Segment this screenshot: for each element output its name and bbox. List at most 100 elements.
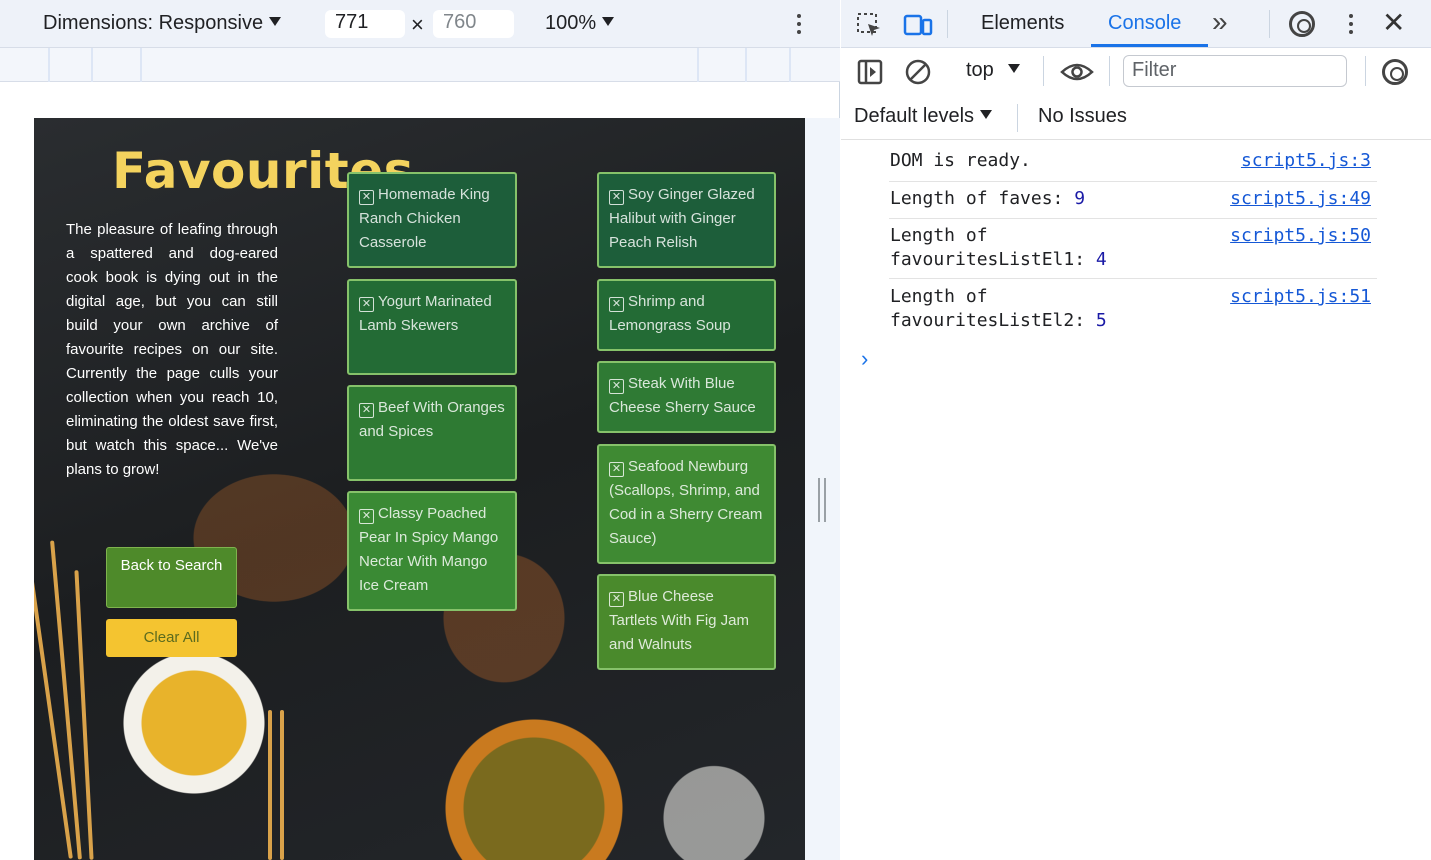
ruler-segment[interactable] bbox=[745, 48, 747, 82]
favourite-card[interactable]: ✕ Seafood Newburg (Scallops, Shrimp, and … bbox=[597, 444, 776, 564]
console-toolbar: top Filter Default levels No Issues bbox=[841, 48, 1431, 140]
inspect-element-icon[interactable] bbox=[855, 11, 883, 39]
favourite-label: Seafood Newburg (Scallops, Shrimp, and C… bbox=[609, 458, 763, 547]
ruler-segment[interactable] bbox=[789, 48, 791, 82]
divider bbox=[1109, 56, 1110, 86]
console-message: DOM is ready. script5.js:3 bbox=[889, 149, 1377, 182]
remove-icon[interactable]: ✕ bbox=[609, 190, 624, 205]
remove-icon[interactable]: ✕ bbox=[609, 379, 624, 394]
favourite-card[interactable]: ✕ Soy Ginger Glazed Halibut with Ginger P… bbox=[597, 172, 776, 268]
log-number: 5 bbox=[1095, 310, 1107, 331]
remove-icon[interactable]: ✕ bbox=[609, 462, 624, 477]
favourite-label: Homemade King Ranch Chicken Casserole bbox=[359, 186, 490, 251]
times-sign: × bbox=[411, 12, 424, 37]
decor-spaghetti bbox=[280, 710, 284, 860]
sidebar-toggle-icon[interactable] bbox=[857, 59, 883, 85]
favourite-label: Blue Cheese Tartlets With Fig Jam and Wa… bbox=[609, 588, 750, 653]
favourite-card[interactable]: ✕ Beef With Oranges and Spices bbox=[347, 385, 517, 481]
log-source-link[interactable]: script5.js:3 bbox=[1241, 149, 1371, 173]
zoom-label: 100% bbox=[545, 12, 597, 34]
tab-console[interactable]: Console bbox=[1108, 12, 1181, 35]
log-label: favouritesListEl1: bbox=[890, 249, 1086, 270]
device-toolbar: Dimensions: Responsive 771 × 760 100% bbox=[0, 0, 840, 48]
close-icon[interactable]: ✕ bbox=[1382, 6, 1405, 39]
divider bbox=[1017, 104, 1018, 132]
log-text: Length of faves: 9 bbox=[890, 187, 1085, 211]
resize-handle[interactable] bbox=[818, 478, 826, 522]
log-number: 4 bbox=[1095, 249, 1107, 270]
live-expression-eye-icon[interactable] bbox=[1060, 60, 1094, 84]
ruler-segment[interactable] bbox=[140, 48, 142, 82]
caret-down-icon bbox=[980, 110, 993, 119]
favourite-label: Soy Ginger Glazed Halibut with Ginger Pe… bbox=[609, 186, 755, 251]
log-source-link[interactable]: script5.js:50 bbox=[1230, 224, 1371, 248]
media-query-ruler[interactable] bbox=[0, 48, 840, 82]
console-prompt-icon[interactable]: › bbox=[861, 346, 868, 372]
favourite-card[interactable]: ✕ Blue Cheese Tartlets With Fig Jam and W… bbox=[597, 574, 776, 670]
more-options-icon[interactable] bbox=[1348, 12, 1354, 36]
more-options-icon[interactable] bbox=[796, 12, 802, 36]
remove-icon[interactable]: ✕ bbox=[609, 592, 624, 607]
filter-input[interactable]: Filter bbox=[1123, 55, 1347, 87]
favourite-card[interactable]: ✕ Steak With Blue Cheese Sherry Sauce bbox=[597, 361, 776, 433]
divider bbox=[1269, 10, 1270, 38]
decor-spaghetti bbox=[268, 710, 272, 860]
favourite-card[interactable]: ✕ Homemade King Ranch Chicken Casserole bbox=[347, 172, 517, 268]
favourite-card[interactable]: ✕ Shrimp and Lemongrass Soup bbox=[597, 279, 776, 351]
divider bbox=[947, 10, 948, 38]
log-label: Length of faves: bbox=[890, 188, 1064, 209]
favourite-label: Steak With Blue Cheese Sherry Sauce bbox=[609, 375, 756, 416]
log-text: DOM is ready. bbox=[890, 150, 1031, 171]
context-selector[interactable]: top bbox=[966, 59, 1020, 82]
dimensions-label: Dimensions: Responsive bbox=[43, 12, 264, 34]
favourite-card[interactable]: ✕ Yogurt Marinated Lamb Skewers bbox=[347, 279, 517, 375]
intro-text: The pleasure of leafing through a spatte… bbox=[66, 221, 278, 478]
clear-console-icon[interactable] bbox=[905, 59, 931, 85]
favourite-label: Yogurt Marinated Lamb Skewers bbox=[359, 293, 492, 334]
caret-down-icon bbox=[1007, 64, 1020, 73]
favourite-card[interactable]: ✕ Classy Poached Pear In Spicy Mango Nect… bbox=[347, 491, 517, 611]
device-pane: Dimensions: Responsive 771 × 760 100% Fa… bbox=[0, 0, 840, 860]
favourite-label: Beef With Oranges and Spices bbox=[359, 399, 505, 440]
console-message: Length of faves: 9 script5.js:49 bbox=[889, 187, 1377, 219]
console-message: Length of favouritesListEl2: 5 script5.js… bbox=[889, 285, 1377, 335]
log-label: Length of bbox=[890, 225, 988, 246]
divider bbox=[1043, 56, 1044, 86]
width-input[interactable]: 771 bbox=[325, 10, 405, 38]
dimensions-dropdown[interactable]: Dimensions: Responsive bbox=[43, 12, 282, 35]
settings-gear-icon[interactable] bbox=[1289, 11, 1315, 37]
favourite-label: Classy Poached Pear In Spicy Mango Necta… bbox=[359, 505, 499, 594]
height-input[interactable]: 760 bbox=[433, 10, 514, 38]
log-number: 9 bbox=[1074, 188, 1086, 209]
devtools-panel: Elements Console » ✕ top Filter Default … bbox=[841, 0, 1431, 860]
log-source-link[interactable]: script5.js:49 bbox=[1230, 187, 1371, 211]
ruler-segment[interactable] bbox=[91, 48, 93, 82]
log-text: Length of favouritesListEl2: 5 bbox=[890, 285, 1107, 333]
remove-icon[interactable]: ✕ bbox=[609, 297, 624, 312]
remove-icon[interactable]: ✕ bbox=[359, 403, 374, 418]
console-settings-gear-icon[interactable] bbox=[1382, 59, 1408, 85]
issues-counter[interactable]: No Issues bbox=[1038, 105, 1127, 128]
log-label: Length of bbox=[890, 286, 988, 307]
remove-icon[interactable]: ✕ bbox=[359, 190, 374, 205]
log-levels-dropdown[interactable]: Default levels bbox=[854, 105, 993, 128]
clear-all-button[interactable]: Clear All bbox=[106, 619, 237, 657]
devtools-tabbar: Elements Console » ✕ bbox=[841, 0, 1431, 48]
zoom-dropdown[interactable]: 100% bbox=[545, 12, 615, 35]
log-label: favouritesListEl2: bbox=[890, 310, 1086, 331]
ruler-segment[interactable] bbox=[48, 48, 50, 82]
page-viewport: Favourites The pleasure of leafing throu… bbox=[34, 118, 805, 860]
ruler-segment[interactable] bbox=[697, 48, 699, 82]
levels-label: Default levels bbox=[854, 105, 975, 127]
device-toolbar-icon[interactable] bbox=[903, 10, 933, 40]
log-source-link[interactable]: script5.js:51 bbox=[1230, 285, 1371, 309]
console-message: Length of favouritesListEl1: 4 script5.js… bbox=[889, 224, 1377, 279]
more-tabs-icon[interactable]: » bbox=[1212, 6, 1228, 38]
back-to-search-button[interactable]: Back to Search bbox=[106, 547, 237, 608]
remove-icon[interactable]: ✕ bbox=[359, 297, 374, 312]
remove-icon[interactable]: ✕ bbox=[359, 509, 374, 524]
favourite-label: Shrimp and Lemongrass Soup bbox=[609, 293, 731, 334]
tab-elements[interactable]: Elements bbox=[981, 12, 1064, 35]
log-text: Length of favouritesListEl1: 4 bbox=[890, 224, 1107, 272]
browser-window: Dimensions: Responsive 771 × 760 100% Fa… bbox=[0, 0, 1431, 860]
